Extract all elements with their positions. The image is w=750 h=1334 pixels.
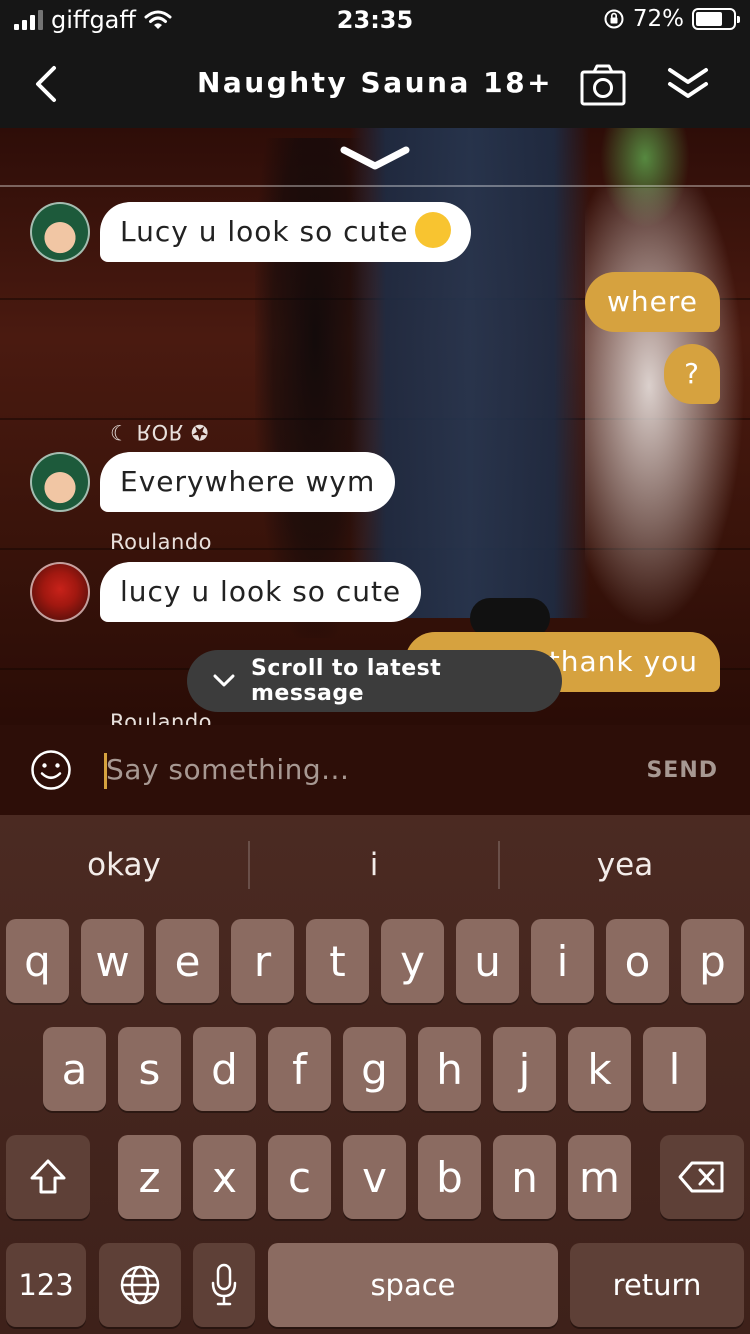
sender-name: Roulando xyxy=(110,710,212,725)
key-d[interactable]: d xyxy=(193,1027,256,1111)
suggestion-i[interactable]: i xyxy=(250,815,498,915)
message-bubble-outgoing[interactable]: where xyxy=(585,272,720,332)
message-bubble-outgoing[interactable]: ? xyxy=(664,344,720,404)
space-key[interactable]: space xyxy=(268,1243,558,1327)
battery-icon xyxy=(692,8,740,30)
emoji-button[interactable] xyxy=(30,749,72,791)
status-bar: giffgaff 23:35 72% xyxy=(0,0,750,40)
key-k[interactable]: k xyxy=(568,1027,631,1111)
dictation-key[interactable] xyxy=(193,1243,255,1327)
key-t[interactable]: t xyxy=(306,919,369,1003)
sender-name: Roulando xyxy=(110,530,212,554)
microphone-icon xyxy=(211,1263,237,1306)
orientation-lock-icon xyxy=(604,9,624,29)
key-z[interactable]: z xyxy=(118,1135,181,1219)
message-bubble[interactable]: lucy u look so cute xyxy=(100,562,422,622)
key-u[interactable]: u xyxy=(456,919,519,1003)
pull-down-handle[interactable] xyxy=(338,144,412,174)
key-w[interactable]: w xyxy=(81,919,144,1003)
key-q[interactable]: q xyxy=(6,919,69,1003)
battery-percent: 72% xyxy=(632,6,684,32)
sender-avatar[interactable] xyxy=(30,202,90,262)
key-m[interactable]: m xyxy=(568,1135,631,1219)
key-h[interactable]: h xyxy=(418,1027,481,1111)
key-c[interactable]: c xyxy=(268,1135,331,1219)
key-j[interactable]: j xyxy=(493,1027,556,1111)
return-key[interactable]: return xyxy=(570,1243,744,1327)
key-f[interactable]: f xyxy=(268,1027,331,1111)
message-input[interactable]: Say something... xyxy=(106,753,349,786)
chat-room[interactable]: Lucy u look so cute where ? ☾ ROR ✪ Ever… xyxy=(0,128,750,725)
back-button[interactable] xyxy=(28,62,68,106)
scroll-to-latest-button[interactable]: Scroll to latest message xyxy=(187,650,562,712)
suggestion-yea[interactable]: yea xyxy=(500,815,750,915)
collapse-room-button[interactable] xyxy=(664,62,712,106)
key-e[interactable]: e xyxy=(156,919,219,1003)
key-v[interactable]: v xyxy=(343,1135,406,1219)
globe-icon xyxy=(120,1265,160,1305)
sender-avatar[interactable] xyxy=(30,562,90,622)
delete-key[interactable] xyxy=(660,1135,744,1219)
chevron-left-icon xyxy=(36,66,56,102)
key-p[interactable]: p xyxy=(681,919,744,1003)
key-x[interactable]: x xyxy=(193,1135,256,1219)
key-i[interactable]: i xyxy=(531,919,594,1003)
suggestion-okay[interactable]: okay xyxy=(0,815,248,915)
smiley-icon xyxy=(31,750,71,790)
key-g[interactable]: g xyxy=(343,1027,406,1111)
shift-icon xyxy=(30,1159,66,1194)
message-bubble[interactable]: Everywhere wym xyxy=(100,452,396,512)
key-a[interactable]: a xyxy=(43,1027,106,1111)
backspace-icon xyxy=(678,1161,724,1193)
chevron-down-icon xyxy=(213,674,235,687)
shift-key[interactable] xyxy=(6,1135,90,1219)
key-b[interactable]: b xyxy=(418,1135,481,1219)
send-button[interactable]: SEND xyxy=(646,758,718,783)
globe-key[interactable] xyxy=(99,1243,181,1327)
camera-icon xyxy=(580,64,626,106)
sender-name: ☾ ROR ✪ xyxy=(110,420,209,444)
sender-avatar[interactable] xyxy=(30,452,90,512)
key-y[interactable]: y xyxy=(381,919,444,1003)
message-composer: Say something... SEND xyxy=(0,725,750,815)
chat-header: Naughty Sauna 18+ xyxy=(0,40,750,128)
keyboard: okay i yea 123 space return qwertyuiopas… xyxy=(0,815,750,1334)
key-n[interactable]: n xyxy=(493,1135,556,1219)
message-bubble[interactable]: Lucy u look so cute xyxy=(100,202,471,262)
camera-button[interactable] xyxy=(580,64,626,106)
room-title: Naughty Sauna 18+ xyxy=(196,66,554,99)
chevron-down-icon xyxy=(340,146,410,170)
weary-face-emoji xyxy=(414,212,451,248)
avatar-figure-white xyxy=(585,188,745,628)
key-s[interactable]: s xyxy=(118,1027,181,1111)
double-chevron-down-icon xyxy=(668,68,708,98)
key-r[interactable]: r xyxy=(231,919,294,1003)
key-o[interactable]: o xyxy=(606,919,669,1003)
key-l[interactable]: l xyxy=(643,1027,706,1111)
numbers-key[interactable]: 123 xyxy=(6,1243,86,1327)
